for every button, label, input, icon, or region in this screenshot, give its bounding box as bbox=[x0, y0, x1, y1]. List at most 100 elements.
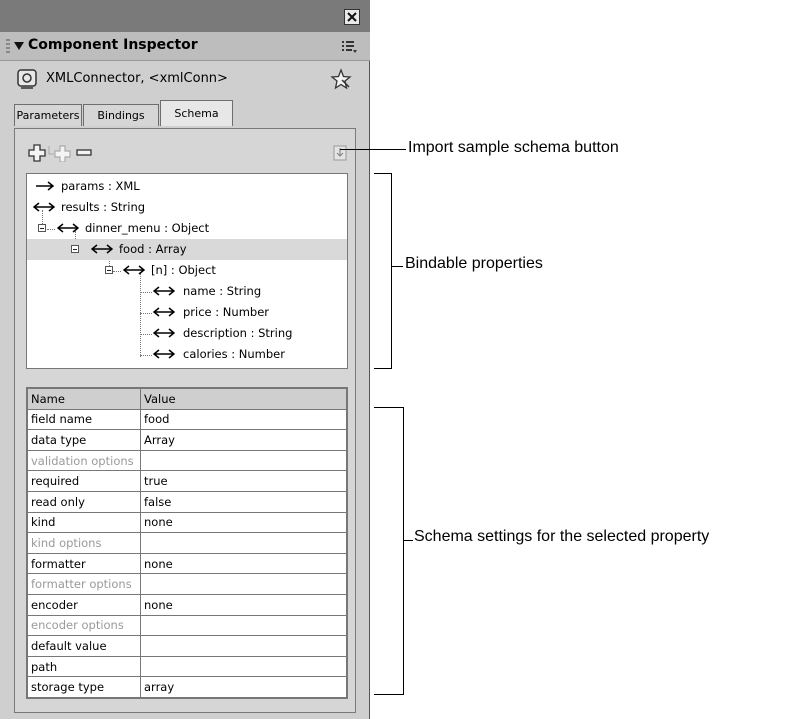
tree-node[interactable]: results : String bbox=[27, 197, 347, 218]
tab-parameters[interactable]: Parameters bbox=[14, 104, 82, 126]
panel-header[interactable]: Component Inspector bbox=[0, 32, 370, 61]
row-name: required bbox=[27, 470, 141, 492]
collapse-node-icon[interactable] bbox=[38, 224, 46, 232]
callout-bindable: Bindable properties bbox=[405, 255, 543, 272]
callout-bracket-settings bbox=[403, 407, 404, 695]
table-row[interactable]: encoder options bbox=[27, 614, 347, 637]
tree-node-label: calories : Number bbox=[183, 347, 285, 361]
row-value[interactable] bbox=[140, 532, 347, 554]
callout-import: Import sample schema button bbox=[408, 139, 619, 156]
add-field-button[interactable] bbox=[28, 144, 46, 162]
tree-node[interactable]: description : String bbox=[27, 323, 347, 344]
component-help-icon[interactable] bbox=[330, 68, 352, 90]
close-icon bbox=[347, 12, 357, 22]
row-name: kind bbox=[27, 511, 141, 534]
table-row[interactable]: required true bbox=[27, 470, 347, 492]
table-row[interactable]: kind options bbox=[27, 532, 347, 554]
table-row[interactable]: validation options bbox=[27, 449, 347, 472]
add-child-field-button[interactable] bbox=[48, 144, 74, 162]
tree-node-label: [n] : Object bbox=[151, 263, 216, 277]
tree-node[interactable]: params : XML bbox=[27, 176, 347, 197]
row-name: encoder options bbox=[27, 614, 141, 637]
table-row[interactable]: path bbox=[27, 655, 347, 678]
tree-node[interactable]: [n] : Object bbox=[27, 260, 347, 281]
row-name: data type bbox=[27, 429, 141, 451]
tree-node-label: food : Array bbox=[119, 242, 187, 256]
row-value[interactable]: Array bbox=[140, 429, 347, 451]
row-value[interactable]: false bbox=[140, 490, 347, 513]
tab-bindings[interactable]: Bindings bbox=[83, 104, 159, 126]
row-name: default value bbox=[27, 635, 141, 657]
callout-bracket-bindable bbox=[374, 173, 392, 174]
arrow-both-icon bbox=[153, 349, 175, 359]
callout-bracket-settings bbox=[374, 407, 404, 408]
row-name: storage type bbox=[27, 676, 141, 698]
component-name: XMLConnector, <xmlConn> bbox=[46, 71, 228, 86]
arrow-right-icon bbox=[36, 181, 55, 191]
callout-line-bindable bbox=[391, 266, 403, 267]
arrow-both-icon bbox=[123, 265, 145, 275]
row-name: field name bbox=[27, 408, 141, 431]
callout-settings: Schema settings for the selected propert… bbox=[414, 528, 710, 545]
remove-field-button[interactable] bbox=[76, 144, 92, 162]
row-value[interactable] bbox=[140, 635, 347, 657]
row-value[interactable] bbox=[140, 573, 347, 595]
table-row[interactable]: default value bbox=[27, 635, 347, 657]
options-menu-icon[interactable] bbox=[342, 40, 358, 54]
collapse-node-icon[interactable] bbox=[71, 245, 79, 253]
column-header-value: Value bbox=[140, 388, 347, 410]
arrow-both-icon bbox=[153, 307, 175, 317]
row-value[interactable]: array bbox=[140, 676, 347, 698]
callout-bracket-bindable bbox=[374, 368, 392, 369]
arrow-both-icon bbox=[57, 223, 79, 233]
collapse-node-icon[interactable] bbox=[105, 266, 113, 274]
import-sample-schema-button[interactable] bbox=[333, 145, 347, 161]
callout-line-settings bbox=[403, 540, 413, 541]
table-row[interactable]: formatter none bbox=[27, 552, 347, 575]
table-row[interactable]: encoder none bbox=[27, 593, 347, 616]
callout-bracket-bindable bbox=[391, 173, 392, 369]
row-value[interactable]: none bbox=[140, 511, 347, 534]
collapse-triangle-icon[interactable] bbox=[14, 42, 24, 50]
row-name: validation options bbox=[27, 449, 141, 472]
window-titlebar bbox=[0, 0, 370, 32]
row-value[interactable]: true bbox=[140, 470, 347, 492]
tree-node[interactable]: name : String bbox=[27, 281, 347, 302]
component-info-row: XMLConnector, <xmlConn> bbox=[16, 66, 356, 94]
table-row[interactable]: data type Array bbox=[27, 429, 347, 451]
table-row[interactable]: kind none bbox=[27, 511, 347, 534]
column-header-name: Name bbox=[27, 388, 141, 410]
row-value[interactable] bbox=[140, 449, 347, 472]
tree-node[interactable]: price : Number bbox=[27, 302, 347, 323]
tree-node-label: params : XML bbox=[61, 179, 140, 193]
tree-node[interactable]: dinner_menu : Object bbox=[27, 218, 347, 239]
table-row[interactable]: formatter options bbox=[27, 573, 347, 595]
component-inspector-panel: Component Inspector XMLConnector, <xmlCo… bbox=[0, 0, 370, 719]
callout-bracket-settings bbox=[374, 694, 404, 695]
row-name: formatter bbox=[27, 552, 141, 575]
row-name: formatter options bbox=[27, 573, 141, 595]
arrow-both-icon bbox=[153, 286, 175, 296]
row-name: read only bbox=[27, 490, 141, 513]
row-value[interactable] bbox=[140, 614, 347, 637]
table-row[interactable]: read only false bbox=[27, 490, 347, 513]
table-row[interactable]: storage type array bbox=[27, 676, 347, 698]
table-row[interactable]: field name food bbox=[27, 408, 347, 431]
drag-grip-icon[interactable] bbox=[6, 39, 10, 53]
arrow-both-icon bbox=[33, 202, 55, 212]
tree-node[interactable]: calories : Number bbox=[27, 344, 347, 365]
row-value[interactable]: none bbox=[140, 593, 347, 616]
arrow-both-icon bbox=[153, 328, 175, 338]
row-name: encoder bbox=[27, 593, 141, 616]
tree-node-label: dinner_menu : Object bbox=[85, 221, 210, 235]
row-value[interactable]: none bbox=[140, 552, 347, 575]
row-name: kind options bbox=[27, 532, 141, 554]
row-value[interactable]: food bbox=[140, 408, 347, 431]
arrow-both-icon bbox=[91, 244, 113, 254]
close-button[interactable] bbox=[344, 9, 360, 25]
tab-schema[interactable]: Schema bbox=[160, 100, 233, 126]
schema-tree: params : XML results : String dinner_men… bbox=[26, 173, 348, 369]
tree-node-selected[interactable]: food : Array bbox=[27, 239, 347, 260]
row-value[interactable] bbox=[140, 655, 347, 678]
panel-title: Component Inspector bbox=[28, 37, 198, 53]
